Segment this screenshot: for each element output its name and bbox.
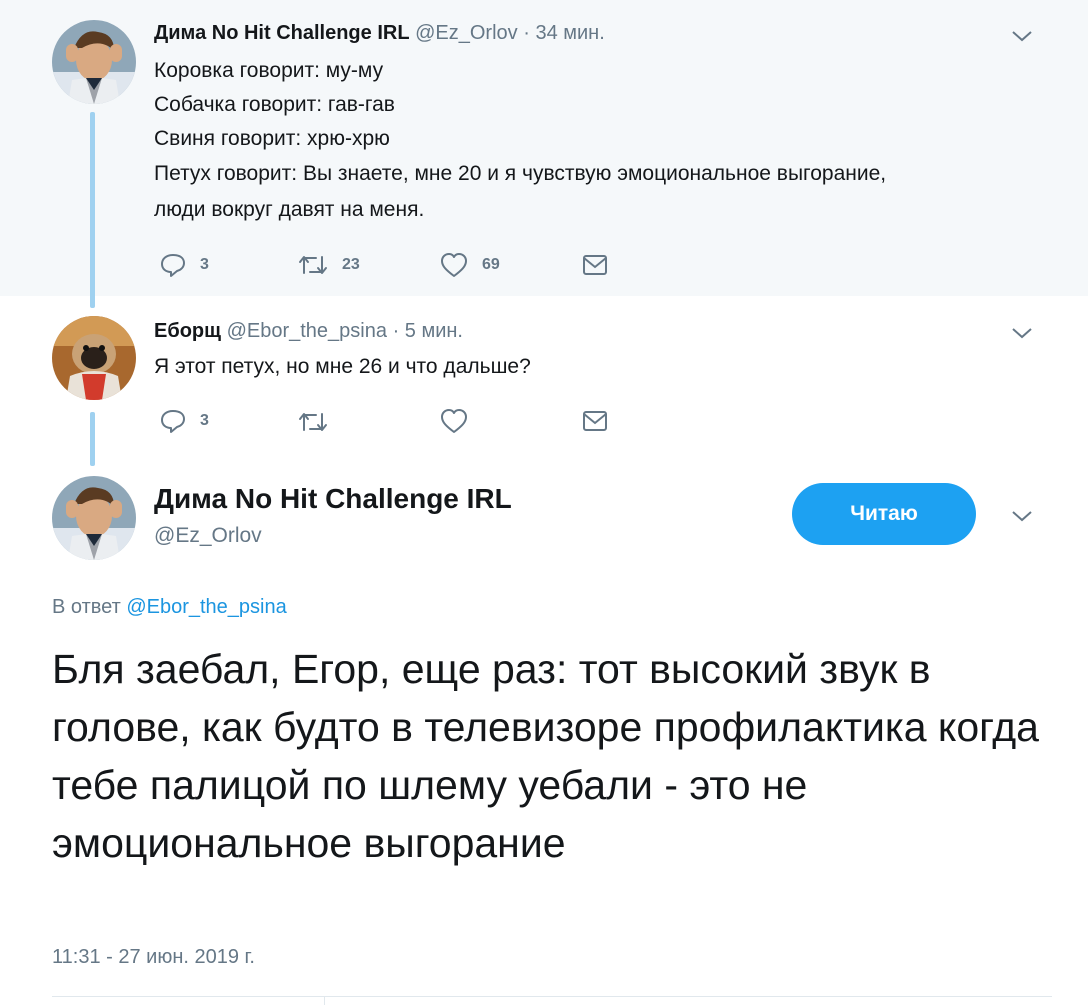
reply-action[interactable]: 3 bbox=[160, 252, 209, 278]
dm-icon bbox=[583, 411, 607, 431]
reply-prefix: В ответ bbox=[52, 596, 121, 618]
tweet-time[interactable]: · 5 мин. bbox=[393, 320, 463, 342]
divider bbox=[324, 996, 325, 1005]
avatar[interactable] bbox=[52, 316, 136, 400]
reply-context: В ответ @Ebor_the_psina bbox=[52, 596, 287, 619]
tweet-text-line: Коровка говорит: му-му bbox=[154, 59, 384, 82]
author-handle[interactable]: @Ebor_the_psina bbox=[227, 320, 387, 342]
like-count: 69 bbox=[482, 256, 500, 273]
thread-line bbox=[90, 112, 95, 308]
reply-action[interactable]: 3 bbox=[160, 408, 209, 434]
tweet-time[interactable]: · 34 мин. bbox=[523, 22, 605, 44]
divider bbox=[52, 996, 1052, 997]
dm-action[interactable] bbox=[582, 254, 608, 276]
author-name[interactable]: Дима No Hit Challenge IRL bbox=[154, 22, 410, 44]
retweet-icon bbox=[299, 256, 327, 274]
reply-handle-link[interactable]: @Ebor_the_psina bbox=[126, 596, 286, 618]
tweet-header: Дима No Hit Challenge IRL @Ez_Orlov · 34… bbox=[154, 22, 605, 45]
reply-icon bbox=[161, 410, 185, 433]
avatar[interactable] bbox=[52, 20, 136, 104]
tweet-header: Еборщ @Ebor_the_psina · 5 мин. bbox=[154, 320, 463, 343]
tweet-text-line: Собачка говорит: гав-гав bbox=[154, 93, 395, 116]
tweet-text-line: Свиня говорит: хрю-хрю bbox=[154, 127, 390, 150]
tweet-page: Дима No Hit Challenge IRL @Ez_Orlov · 34… bbox=[0, 0, 1088, 1005]
like-icon bbox=[441, 253, 467, 277]
chevron-down-icon[interactable] bbox=[1010, 28, 1034, 44]
chevron-down-icon[interactable] bbox=[1010, 508, 1034, 524]
author-handle[interactable]: @Ez_Orlov bbox=[415, 22, 518, 44]
tweet-timestamp[interactable]: 11:31 - 27 июн. 2019 г. bbox=[52, 946, 255, 969]
reply-count: 3 bbox=[200, 412, 209, 429]
like-icon bbox=[441, 409, 467, 433]
reply-icon bbox=[161, 254, 185, 277]
tweet-text-line: Я этот петух, но мне 26 и что дальше? bbox=[154, 355, 531, 378]
avatar[interactable] bbox=[52, 476, 136, 560]
retweet-action[interactable] bbox=[298, 410, 328, 434]
like-action[interactable] bbox=[440, 408, 468, 434]
retweet-count: 23 bbox=[342, 256, 360, 273]
chevron-down-icon[interactable] bbox=[1010, 325, 1034, 341]
author-handle[interactable]: @Ez_Orlov bbox=[154, 524, 262, 548]
following-button[interactable]: Читаю bbox=[792, 483, 976, 545]
reply-count: 3 bbox=[200, 256, 209, 273]
tweet-text: Бля заебал, Егор, еще раз: тот высокий з… bbox=[52, 646, 1039, 866]
like-action[interactable]: 69 bbox=[440, 252, 500, 278]
retweet-icon bbox=[299, 413, 327, 431]
dm-action[interactable] bbox=[582, 410, 608, 432]
dm-icon bbox=[583, 255, 607, 275]
author-name[interactable]: Дима No Hit Challenge IRL bbox=[154, 483, 512, 515]
author-name[interactable]: Еборщ bbox=[154, 320, 221, 342]
tweet-text-line: люди вокруг давят на меня. bbox=[154, 198, 425, 221]
tweet-text-line: Петух говорит: Вы знаете, мне 20 и я чув… bbox=[154, 162, 887, 185]
retweet-action[interactable]: 23 bbox=[298, 253, 360, 277]
